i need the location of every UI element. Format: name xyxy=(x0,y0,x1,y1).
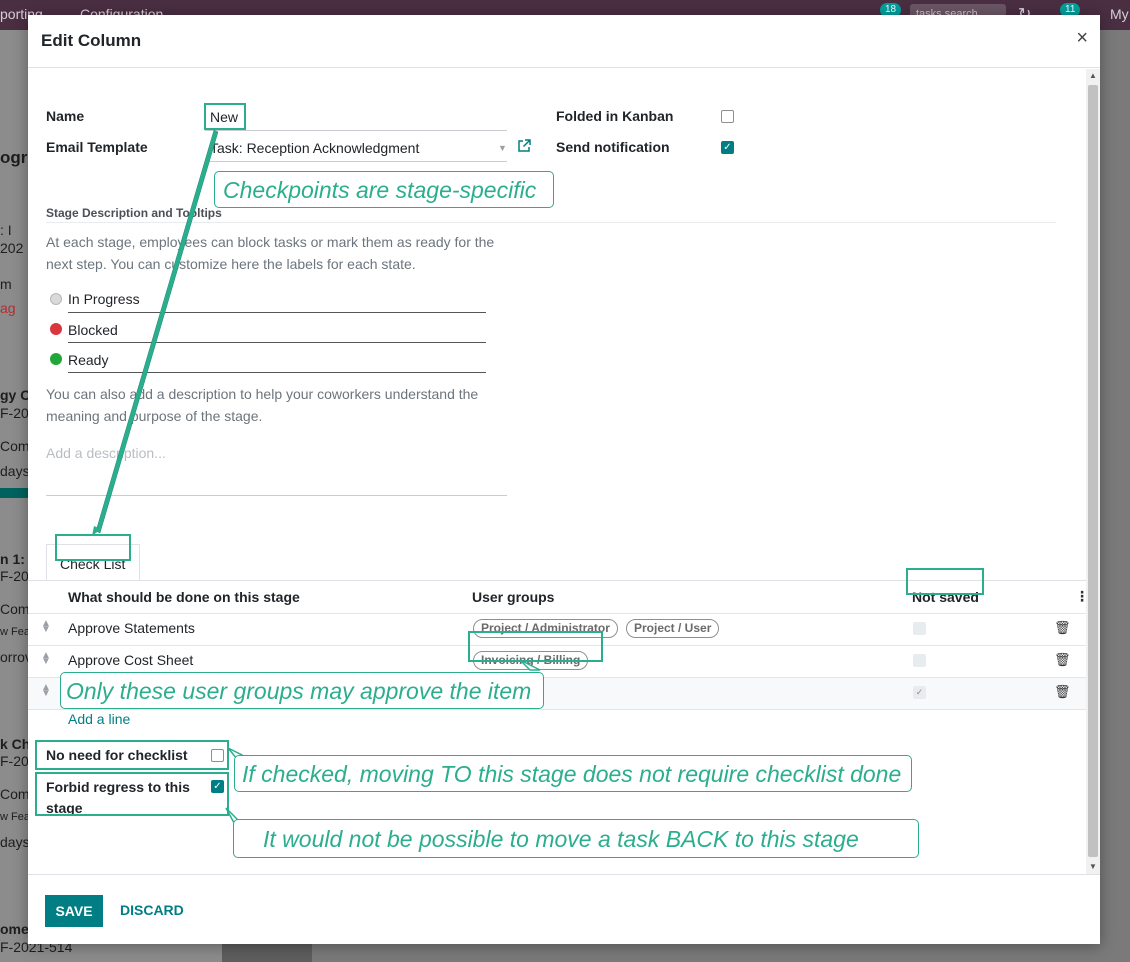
not-saved-checkbox xyxy=(913,654,926,667)
bg-fragment: 202 xyxy=(0,240,24,256)
email-template-select[interactable]: Task: Reception Acknowledgment xyxy=(210,140,419,156)
discard-button[interactable]: DISCARD xyxy=(120,902,184,918)
name-highlight xyxy=(204,103,246,130)
chevron-down-icon[interactable]: ▼ xyxy=(498,143,507,153)
row-divider xyxy=(28,709,1086,710)
user-group-tag: Project / User xyxy=(626,619,720,638)
user-group-highlight xyxy=(468,631,603,662)
name-label: Name xyxy=(46,108,85,124)
bg-fragment: : I xyxy=(0,222,12,238)
forbid-regress-highlight xyxy=(35,772,229,816)
user-groups-callout: Only these user groups may approve the i… xyxy=(60,672,545,709)
external-link-icon[interactable] xyxy=(517,139,531,153)
forbid-regress-callout: It would not be possible to move a task … xyxy=(233,819,919,858)
column-header-user-groups[interactable]: User groups xyxy=(472,589,554,605)
checklist-item-name[interactable]: Approve Statements xyxy=(68,620,195,636)
drag-handle-icon[interactable]: ▲ ▼ xyxy=(41,619,51,635)
not-saved-checkbox: ✓ xyxy=(913,686,926,699)
state-underline xyxy=(68,342,486,343)
state-underline xyxy=(68,312,486,313)
no-checklist-callout: If checked, moving TO this stage does no… xyxy=(234,755,913,792)
bg-fragment: days xyxy=(0,463,30,479)
send-notification-checkbox[interactable]: ✓ xyxy=(721,141,734,154)
send-notification-label: Send notification xyxy=(556,139,670,155)
checkpoints-callout: Checkpoints are stage-specific xyxy=(214,171,555,208)
folded-label: Folded in Kanban xyxy=(556,108,674,124)
description-help-text: You can also add a description to help y… xyxy=(46,386,479,424)
description-input[interactable]: Add a description... xyxy=(46,445,166,461)
red-dot-icon xyxy=(50,323,62,335)
save-button[interactable]: SAVE xyxy=(45,895,103,927)
trash-icon[interactable]: 🗑 xyxy=(1054,652,1071,668)
not-saved-highlight xyxy=(906,568,984,595)
bg-fragment: ag xyxy=(0,300,16,316)
stage-intro-text: At each stage, employees can block tasks… xyxy=(46,234,495,272)
dialog-scrollbar[interactable]: ▲ ▼ xyxy=(1086,69,1100,874)
section-divider xyxy=(46,222,1056,223)
name-underline xyxy=(205,130,507,131)
add-line-link[interactable]: Add a line xyxy=(68,711,130,727)
bg-fragment: Com xyxy=(0,786,30,802)
state-label-ready[interactable]: Ready xyxy=(68,352,108,368)
close-icon[interactable]: × xyxy=(1076,27,1088,50)
progress-bar xyxy=(0,488,28,498)
dialog-header: Edit Column × xyxy=(28,15,1100,68)
email-template-underline xyxy=(205,161,507,162)
bg-fragment: m xyxy=(0,276,12,292)
dialog-title: Edit Column xyxy=(41,31,142,50)
state-label-blocked[interactable]: Blocked xyxy=(68,322,118,338)
drag-handle-icon[interactable]: ▲ ▼ xyxy=(41,651,51,667)
scroll-up-icon[interactable]: ▲ xyxy=(1089,71,1097,80)
trash-icon[interactable]: 🗑 xyxy=(1054,684,1071,700)
tab-highlight xyxy=(55,534,131,561)
scroll-thumb[interactable] xyxy=(1088,85,1098,857)
email-template-label: Email Template xyxy=(46,139,148,155)
state-label-in-progress[interactable]: In Progress xyxy=(68,291,140,307)
bg-fragment: days xyxy=(0,834,30,850)
no-checklist-highlight xyxy=(35,740,229,770)
trash-icon[interactable]: 🗑 xyxy=(1054,620,1071,636)
bg-fragment: Com xyxy=(0,601,30,617)
user-menu[interactable]: My xyxy=(1110,6,1129,22)
scroll-down-icon[interactable]: ▼ xyxy=(1089,862,1097,871)
dialog-footer: SAVE DISCARD xyxy=(28,874,1100,944)
folded-checkbox[interactable] xyxy=(721,110,734,123)
bg-fragment: ome xyxy=(0,921,29,937)
table-header-divider xyxy=(28,613,1086,614)
column-header-what[interactable]: What should be done on this stage xyxy=(68,589,300,605)
grey-dot-icon xyxy=(50,293,62,305)
checklist-item-name[interactable]: Approve Cost Sheet xyxy=(68,652,193,668)
not-saved-checkbox xyxy=(913,622,926,635)
description-underline xyxy=(46,495,507,496)
state-underline xyxy=(68,372,486,373)
green-dot-icon xyxy=(50,353,62,365)
bg-fragment: Com xyxy=(0,438,30,454)
optional-columns-icon[interactable]: ⋮ xyxy=(1075,588,1086,605)
drag-handle-icon[interactable]: ▲ ▼ xyxy=(41,683,51,699)
stage-description-title: Stage Description and Tooltips xyxy=(46,206,222,220)
